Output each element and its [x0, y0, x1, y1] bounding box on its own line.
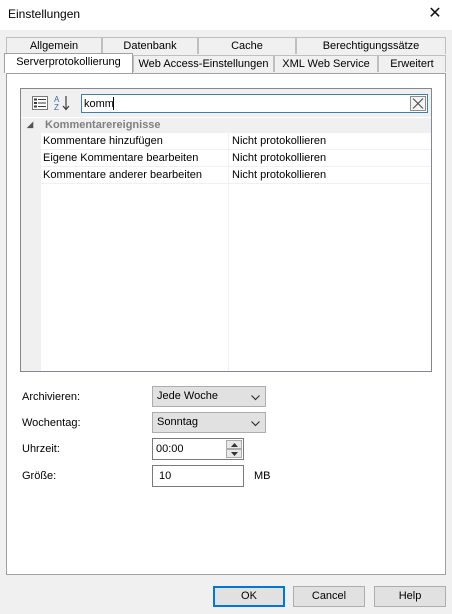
window-title: Einstellungen: [8, 7, 81, 21]
property-grid: A Z ◢ Kommentarereig: [20, 88, 432, 372]
property-row[interactable]: Eigene Kommentare bearbeiten Nicht proto…: [21, 150, 431, 167]
help-button[interactable]: Help: [374, 586, 446, 607]
text-caret: [113, 97, 114, 110]
property-name: Kommentare hinzufügen: [41, 133, 228, 150]
spinner-buttons: [226, 440, 242, 458]
archive-label: Archivieren:: [22, 391, 81, 403]
row-gutter: [21, 133, 41, 150]
spin-up-icon[interactable]: [226, 440, 242, 449]
row-gutter: [21, 167, 41, 184]
size-unit: MB: [254, 470, 271, 482]
chevron-down-icon: [251, 418, 260, 430]
time-label: Uhrzeit:: [22, 443, 60, 455]
property-grid-body: ◢ Kommentarereignisse Kommentare hinzufü…: [21, 117, 431, 371]
tab-xml-web-service[interactable]: XML Web Service: [274, 55, 378, 72]
weekday-label: Wochentag:: [22, 417, 81, 429]
collapse-toggle-icon[interactable]: ◢: [27, 120, 33, 129]
size-input[interactable]: [152, 465, 244, 487]
category-label: Kommentarereignisse: [45, 119, 161, 131]
tab-web-access-einstellungen[interactable]: Web Access-Einstellungen: [133, 55, 274, 72]
tab-strip: Allgemein Datenbank Cache Berechtigungss…: [0, 30, 452, 75]
time-input[interactable]: [153, 439, 225, 459]
property-value[interactable]: Nicht protokollieren: [229, 150, 431, 167]
property-grid-toolbar: A Z: [21, 89, 431, 117]
property-row[interactable]: Kommentare anderer bearbeiten Nicht prot…: [21, 167, 431, 184]
archive-select-value: Jede Woche: [157, 390, 218, 402]
weekday-select-value: Sonntag: [157, 416, 198, 428]
search-input[interactable]: [82, 95, 406, 112]
tab-cache[interactable]: Cache: [198, 37, 296, 54]
cancel-button[interactable]: Cancel: [293, 586, 365, 607]
chevron-down-icon: [251, 392, 260, 404]
property-value[interactable]: Nicht protokollieren: [229, 133, 431, 150]
time-spinner: [152, 438, 244, 460]
spin-down-icon[interactable]: [226, 449, 242, 458]
property-row[interactable]: Kommentare hinzufügen Nicht protokollier…: [21, 133, 431, 150]
tab-serverprotokollierung[interactable]: Serverprotokollierung: [4, 53, 133, 73]
tab-allgemein[interactable]: Allgemein: [6, 37, 102, 54]
ok-button[interactable]: OK: [213, 586, 285, 607]
tab-panel-serverprotokollierung: A Z ◢ Kommentarereig: [6, 73, 446, 575]
weekday-select[interactable]: Sonntag: [152, 412, 266, 433]
title-bar: Einstellungen ✕: [0, 0, 452, 30]
property-value[interactable]: Nicht protokollieren: [229, 167, 431, 184]
row-gutter: [21, 150, 41, 167]
tab-datenbank[interactable]: Datenbank: [102, 37, 198, 54]
sort-alphabetical-icon[interactable]: A Z: [53, 94, 71, 112]
property-name: Eigene Kommentare bearbeiten: [41, 150, 228, 167]
search-box: [81, 94, 428, 113]
categorized-view-icon[interactable]: [31, 94, 49, 112]
tab-berechtigungssaetze[interactable]: Berechtigungssätze: [296, 37, 446, 54]
archive-select[interactable]: Jede Woche: [152, 386, 266, 407]
tab-erweitert[interactable]: Erweitert: [378, 55, 446, 72]
sort-letter-bottom: Z: [54, 103, 59, 112]
property-name: Kommentare anderer bearbeiten: [41, 167, 228, 184]
size-label: Größe:: [22, 470, 57, 482]
clear-search-icon[interactable]: [410, 96, 426, 111]
close-icon[interactable]: ✕: [424, 4, 446, 24]
category-row[interactable]: ◢ Kommentarereignisse: [21, 118, 431, 133]
